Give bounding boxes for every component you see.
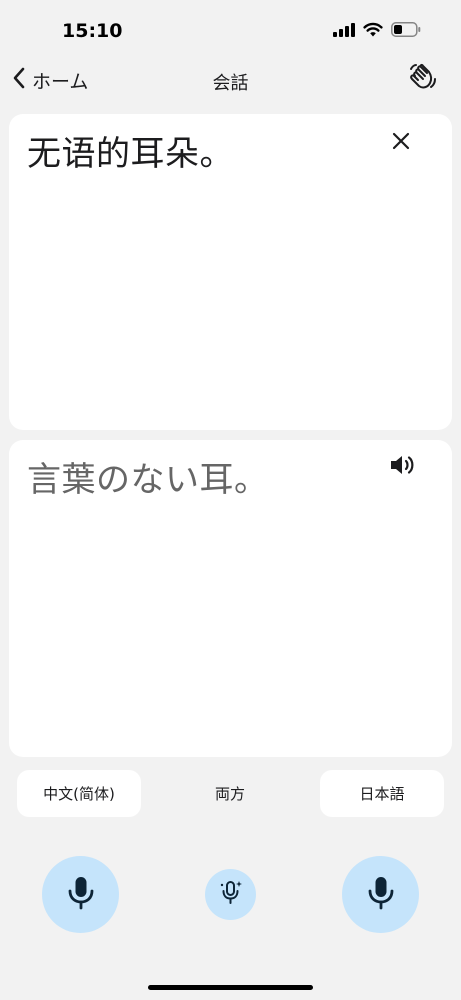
both-languages-button[interactable]: 両方 [180, 770, 280, 817]
auto-detect-mic-button[interactable] [205, 869, 256, 920]
status-icons [333, 22, 421, 41]
source-text-panel[interactable]: 无语的耳朵。 [9, 114, 452, 430]
translation-text-panel: 言葉のない耳。 [9, 440, 452, 757]
conversation-screen: 15:10 ホーム 会話 无语的耳朵。 言葉のない耳。 中文(简体) 両方 日本… [0, 0, 461, 1000]
wave-hand-button[interactable] [405, 62, 441, 98]
home-indicator[interactable] [148, 985, 313, 990]
target-mic-button[interactable] [342, 856, 419, 933]
source-language-button[interactable]: 中文(简体) [17, 770, 141, 817]
language-selector: 中文(简体) 両方 日本語 [0, 770, 461, 818]
sparkle-microphone-icon [218, 879, 244, 911]
status-time: 15:10 [62, 20, 123, 42]
microphone-icon [66, 875, 96, 915]
clear-button[interactable] [386, 128, 416, 158]
microphone-icon [366, 875, 396, 915]
source-mic-button[interactable] [42, 856, 119, 933]
battery-icon [391, 22, 421, 41]
source-text: 无语的耳朵。 [27, 134, 234, 174]
wave-hand-icon [407, 62, 439, 98]
speak-button[interactable] [386, 452, 420, 482]
target-language-button[interactable]: 日本語 [320, 770, 444, 817]
cellular-signal-icon [333, 22, 355, 41]
status-bar: 15:10 [0, 0, 461, 62]
translation-text: 言葉のない耳。 [27, 460, 269, 500]
wifi-icon [363, 22, 383, 41]
nav-bar: ホーム 会話 [0, 62, 461, 102]
page-title: 会話 [212, 73, 249, 94]
speaker-icon [389, 453, 417, 481]
close-icon [392, 132, 410, 154]
